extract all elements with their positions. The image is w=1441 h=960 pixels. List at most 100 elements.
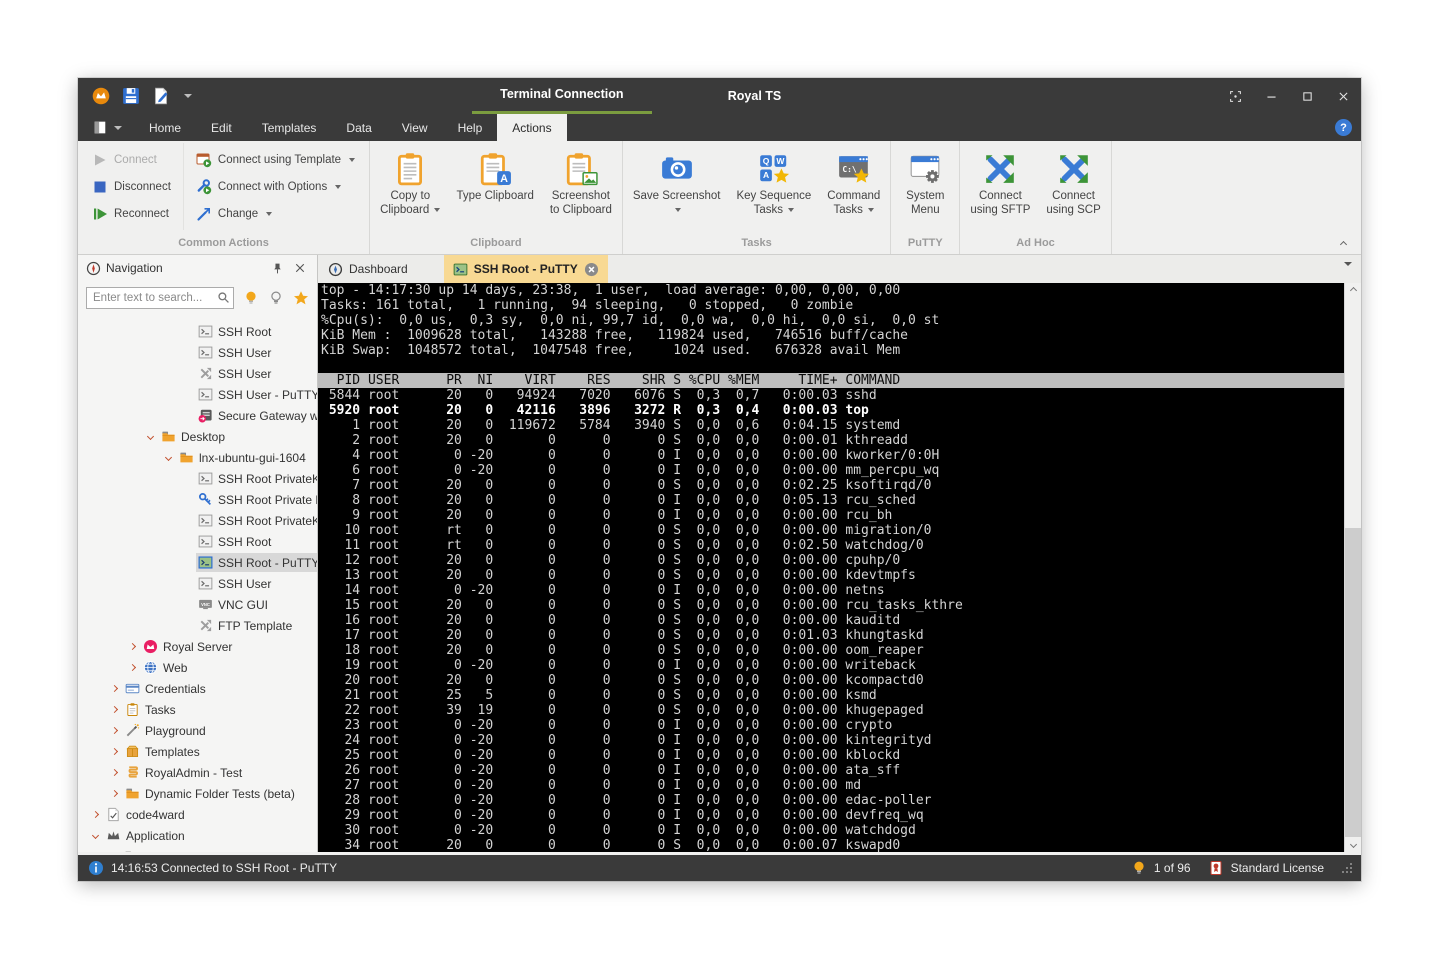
tab-close-icon[interactable]	[584, 262, 599, 277]
tree-item-royal-server[interactable]: Royal Server	[78, 636, 317, 657]
minimize-button[interactable]	[1253, 78, 1289, 114]
collapsed-chevron-icon[interactable]	[106, 770, 123, 775]
tree-item-ssh-root-privatekey[interactable]: SSH Root PrivateKey	[78, 468, 317, 489]
ribbon-button-command-tasks[interactable]: C:\CommandTasks	[819, 143, 888, 217]
terminal-line: KiB Swap: 1048572 total, 1047548 free, 1…	[318, 343, 1344, 358]
menu-tab-help[interactable]: Help	[443, 114, 498, 141]
tree-item-web[interactable]: Web	[78, 657, 317, 678]
close-button[interactable]	[1325, 78, 1361, 114]
folder-icon	[179, 450, 194, 465]
connect-play-icon	[92, 152, 108, 168]
bulb-filled-icon[interactable]	[243, 290, 259, 306]
help-button[interactable]: ?	[1335, 119, 1352, 136]
ribbon-button-connect-using-template[interactable]: Connect using Template	[188, 146, 363, 173]
putty-terminal[interactable]: top - 14:17:30 up 14 days, 23:38, 1 user…	[318, 283, 1361, 852]
fullscreen-button[interactable]	[1217, 78, 1253, 114]
key-icon	[198, 492, 213, 507]
ribbon-button-connect-with-options[interactable]: Connect with Options	[188, 173, 363, 200]
tree-item-ssh-root-privatekey[interactable]: SSH Root PrivateKey	[78, 510, 317, 531]
tree-item-ssh-root[interactable]: SSH Root	[78, 321, 317, 342]
application-menu-button[interactable]	[78, 114, 134, 141]
collapsed-chevron-icon[interactable]	[106, 728, 123, 733]
tab-dashboard[interactable]: Dashboard	[318, 255, 418, 283]
ribbon-button-type-clipboard[interactable]: AType Clipboard	[448, 143, 541, 203]
scrollbar-thumb[interactable]	[1345, 528, 1361, 837]
ribbon-collapse-button[interactable]	[1337, 238, 1349, 250]
menu-tab-data[interactable]: Data	[331, 114, 386, 141]
tree-item-ssh-user-putty[interactable]: SSH User - PuTTY	[78, 384, 317, 405]
bulb-outline-icon[interactable]	[268, 290, 284, 306]
dropdown-caret-icon	[868, 208, 874, 212]
tree-item-ssh-user[interactable]: SSH User	[78, 342, 317, 363]
collapsed-chevron-icon[interactable]	[106, 791, 123, 796]
menu-tab-edit[interactable]: Edit	[196, 114, 247, 141]
expanded-chevron-icon[interactable]	[160, 455, 177, 460]
tree-item-ftp-template[interactable]: FTP Template	[78, 615, 317, 636]
main-area: Navigation	[78, 255, 1361, 852]
collapsed-chevron-icon[interactable]	[106, 686, 123, 691]
tab-ssh-root-putty[interactable]: SSH Root - PuTTY	[444, 255, 608, 283]
favorites-star-icon[interactable]	[293, 290, 309, 306]
tree-item-ssh-user[interactable]: SSH User	[78, 363, 317, 384]
terminal-line: 19 root 0 -20 0 0 0 I 0,0 0,0 0:00.00 wr…	[318, 658, 1344, 673]
tree-item-vnc-gui[interactable]: VNCVNC GUI	[78, 594, 317, 615]
tree-item-ssh-root-putty[interactable]: SSH Root - PuTTY	[78, 552, 317, 573]
ribbon-button-key-sequence-tasks[interactable]: QWAKey SequenceTasks	[728, 143, 819, 217]
search-icon	[217, 291, 230, 304]
ribbon-button-copy-to-clipboard[interactable]: Copy toClipboard	[372, 143, 448, 217]
tree-item-ssh-root-private-key[interactable]: SSH Root Private Key	[78, 489, 317, 510]
ribbon-button-connect-using-scp[interactable]: Connectusing SCP	[1038, 143, 1108, 217]
folder-icon	[125, 786, 140, 801]
tree-item-ssh-root[interactable]: SSH Root	[78, 531, 317, 552]
ribbon-button-screenshot-to-clipboard[interactable]: Screenshotto Clipboard	[542, 143, 620, 217]
tree-item-application[interactable]: Application	[78, 825, 317, 846]
ribbon-button-disconnect[interactable]: Disconnect	[84, 173, 179, 200]
ribbon: ConnectDisconnectReconnectConnect using …	[78, 141, 1361, 255]
scroll-up-icon[interactable]	[1345, 283, 1361, 298]
collapsed-chevron-icon[interactable]	[106, 707, 123, 712]
collapsed-chevron-icon[interactable]	[124, 644, 141, 649]
tree-item-dynamic-folder-tests-beta[interactable]: Dynamic Folder Tests (beta)	[78, 783, 317, 804]
status-bulb-icon[interactable]	[1131, 860, 1147, 876]
terminal-scrollbar[interactable]	[1344, 283, 1361, 852]
menu-tab-home[interactable]: Home	[134, 114, 196, 141]
menu-tab-view[interactable]: View	[387, 114, 443, 141]
qat-dropdown-caret-icon[interactable]	[184, 94, 192, 98]
expanded-chevron-icon[interactable]	[87, 833, 104, 838]
tree-item-label: VNC GUI	[218, 598, 268, 612]
resize-grip[interactable]	[1341, 862, 1353, 874]
ribbon-group-ad-hoc: Connectusing SFTPConnectusing SCPAd Hoc	[960, 141, 1111, 254]
maximize-button[interactable]	[1289, 78, 1325, 114]
pin-icon[interactable]	[268, 259, 286, 277]
expanded-chevron-icon[interactable]	[142, 434, 159, 439]
collapsed-chevron-icon[interactable]	[87, 812, 104, 817]
menu-tab-templates[interactable]: Templates	[247, 114, 332, 141]
ribbon-button-system-menu[interactable]: SystemMenu	[893, 143, 957, 217]
collapsed-chevron-icon[interactable]	[124, 665, 141, 670]
tree-item-credentials[interactable]: Credentials	[78, 678, 317, 699]
menu-tab-actions[interactable]: Actions	[497, 114, 566, 141]
search-input[interactable]	[86, 287, 234, 309]
terminal-output: top - 14:17:30 up 14 days, 23:38, 1 user…	[318, 283, 1344, 852]
tree-item-desktop[interactable]: Desktop	[78, 426, 317, 447]
ribbon-button-save-screenshot[interactable]: Save Screenshot	[625, 143, 729, 217]
scroll-down-icon[interactable]	[1345, 837, 1361, 852]
save-icon[interactable]	[122, 87, 140, 105]
tree-item-code4ward[interactable]: code4ward	[78, 804, 317, 825]
tree-item-templates[interactable]: Templates	[78, 741, 317, 762]
ribbon-button-reconnect[interactable]: Reconnect	[84, 200, 179, 227]
collapsed-chevron-icon[interactable]	[106, 749, 123, 754]
tree-item-royaladmin-test[interactable]: RoyalAdmin - Test	[78, 762, 317, 783]
dashboard-compass-icon	[328, 262, 343, 277]
close-panel-icon[interactable]	[291, 259, 309, 277]
edit-document-icon[interactable]	[152, 87, 170, 105]
tree-item-ssh-user[interactable]: SSH User	[78, 573, 317, 594]
tree-item-secure-gateway-with[interactable]: Secure Gateway with	[78, 405, 317, 426]
tree-item-playground[interactable]: Playground	[78, 720, 317, 741]
ribbon-button-change[interactable]: Change	[188, 200, 363, 227]
tree-item-tasks[interactable]: Tasks	[78, 699, 317, 720]
tree-item-lnx-ubuntu-gui-1604[interactable]: lnx-ubuntu-gui-1604	[78, 447, 317, 468]
tab-list-dropdown-icon[interactable]	[1342, 266, 1352, 284]
ribbon-button-connect-using-sftp[interactable]: Connectusing SFTP	[962, 143, 1038, 217]
gateway-icon	[198, 408, 213, 423]
